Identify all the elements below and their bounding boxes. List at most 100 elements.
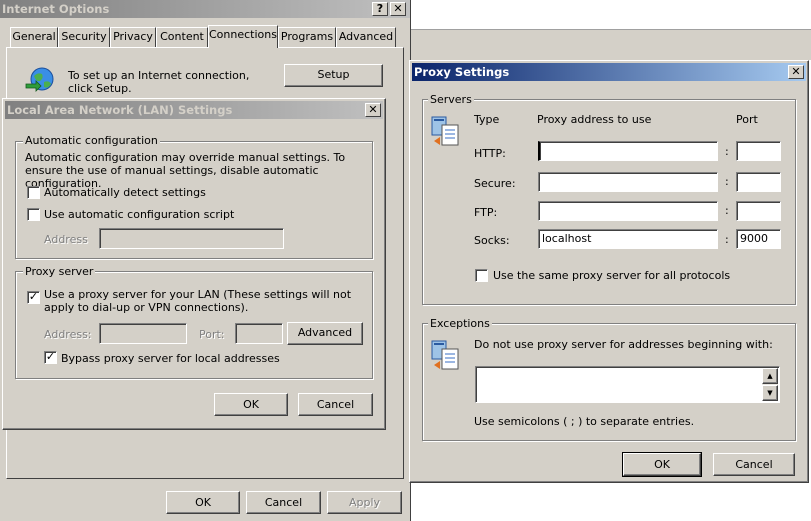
socks-port-input[interactable]: 9000	[736, 229, 781, 249]
apply-label: Apply	[348, 496, 381, 509]
ftp-port-input[interactable]	[736, 201, 781, 221]
proxy-settings-window: Proxy Settings ✕ Servers Type Proxy addr…	[409, 60, 809, 483]
proxy-address-label: Address:	[44, 328, 92, 341]
tab-programs[interactable]: Programs	[278, 27, 336, 47]
secure-port-input[interactable]	[736, 172, 781, 192]
proxy-cancel-button[interactable]: Cancel	[713, 453, 795, 476]
tab-privacy[interactable]: Privacy	[110, 27, 156, 47]
auto-script-label[interactable]: Use automatic configuration script	[44, 208, 234, 221]
auto-detect-checkbox[interactable]	[27, 186, 40, 199]
ok-label: OK	[243, 398, 259, 411]
address-label: Address	[44, 233, 88, 246]
proxy-settings-close-button[interactable]: ✕	[788, 65, 804, 79]
auto-script-address-input[interactable]	[99, 228, 284, 249]
column-port-header: Port	[736, 113, 758, 126]
lan-ok-button[interactable]: OK	[214, 393, 288, 416]
lan-settings-title: Local Area Network (LAN) Settings	[7, 103, 233, 117]
auto-script-checkbox[interactable]	[27, 208, 40, 221]
lan-settings-close-button[interactable]: ✕	[365, 103, 381, 117]
scroll-up-button[interactable]: ▲	[762, 368, 778, 384]
secure-colon: :	[725, 175, 729, 188]
socks-colon: :	[725, 233, 729, 246]
tab-label: Security	[61, 30, 107, 43]
column-type-header: Type	[474, 113, 500, 126]
bypass-local-checkbox[interactable]: ✓	[44, 351, 57, 364]
tab-content[interactable]: Content	[156, 27, 208, 47]
exceptions-scrollbar[interactable]: ▲ ▼	[762, 368, 778, 401]
http-type-label: HTTP:	[474, 147, 506, 160]
proxy-port-input[interactable]	[235, 323, 283, 344]
lan-settings-window: Local Area Network (LAN) Settings ✕ Auto…	[2, 98, 386, 430]
secure-address-input[interactable]	[538, 172, 718, 192]
close-icon: ✕	[393, 2, 403, 15]
setup-button[interactable]: Setup	[284, 64, 383, 87]
http-colon: :	[725, 145, 729, 158]
tab-label: Programs	[280, 30, 334, 43]
tab-label: General	[12, 30, 56, 43]
internet-options-ok-button[interactable]: OK	[166, 491, 240, 514]
close-icon: ✕	[791, 65, 801, 78]
proxy-server-label: Proxy server	[23, 265, 96, 278]
proxy-settings-title: Proxy Settings	[414, 65, 510, 79]
tab-label: Privacy	[113, 30, 153, 43]
tab-advanced[interactable]: Advanced	[336, 27, 396, 47]
tab-connections[interactable]: Connections	[208, 25, 278, 48]
internet-connection-icon	[24, 64, 58, 94]
http-address-input[interactable]	[538, 141, 718, 161]
exceptions-hint: Use semicolons ( ; ) to separate entries…	[474, 415, 695, 428]
exceptions-label: Exceptions	[428, 317, 492, 330]
exceptions-textarea[interactable]	[475, 366, 780, 403]
secure-type-label: Secure:	[474, 177, 516, 190]
help-button[interactable]: ?	[372, 2, 388, 16]
proxy-ok-button[interactable]: OK	[622, 452, 702, 477]
cancel-label: Cancel	[735, 458, 773, 471]
socks-address-input[interactable]: localhost	[538, 229, 718, 249]
lan-settings-titlebar: Local Area Network (LAN) Settings ✕	[5, 101, 383, 119]
help-icon: ?	[376, 2, 384, 15]
ftp-colon: :	[725, 204, 729, 217]
advanced-label: Advanced	[297, 326, 353, 339]
scroll-down-button[interactable]: ▼	[762, 385, 778, 401]
port-label: Port:	[199, 328, 225, 341]
ok-label: OK	[654, 458, 670, 471]
internet-options-close-button[interactable]: ✕	[390, 2, 406, 16]
tab-label: Content	[160, 30, 204, 43]
ok-label: OK	[195, 496, 211, 509]
background-field	[411, 8, 811, 30]
background-panel	[411, 30, 811, 60]
exceptions-icon	[430, 337, 464, 371]
tab-label: Connections	[209, 28, 277, 41]
lan-cancel-button[interactable]: Cancel	[298, 393, 373, 416]
setup-text: To set up an Internet connection, click …	[68, 69, 250, 95]
http-port-input[interactable]	[736, 141, 781, 161]
cancel-label: Cancel	[316, 398, 355, 411]
use-proxy-label[interactable]: Use a proxy server for your LAN (These s…	[44, 288, 364, 314]
tab-security[interactable]: Security	[58, 27, 110, 47]
tab-label: Advanced	[338, 30, 394, 43]
setup-button-label: Setup	[317, 68, 350, 81]
ftp-type-label: FTP:	[474, 206, 498, 219]
exceptions-description: Do not use proxy server for addresses be…	[474, 338, 773, 351]
tab-general[interactable]: General	[10, 27, 58, 47]
bypass-local-label[interactable]: Bypass proxy server for local addresses	[61, 352, 280, 365]
same-proxy-label[interactable]: Use the same proxy server for all protoc…	[493, 269, 730, 282]
same-proxy-checkbox[interactable]	[475, 269, 488, 282]
column-address-header: Proxy address to use	[537, 113, 652, 126]
cancel-label: Cancel	[264, 496, 303, 509]
advanced-button[interactable]: Advanced	[287, 322, 363, 345]
use-proxy-checkbox[interactable]: ✓	[27, 291, 40, 304]
internet-options-apply-button[interactable]: Apply	[327, 491, 402, 514]
automatic-configuration-description: Automatic configuration may override man…	[25, 151, 346, 190]
proxy-address-input[interactable]	[99, 323, 187, 344]
internet-options-titlebar: Internet Options ? ✕	[0, 0, 410, 18]
ftp-address-input[interactable]	[538, 201, 718, 221]
internet-options-title: Internet Options	[2, 2, 110, 16]
socks-type-label: Socks:	[474, 234, 510, 247]
up-arrow-icon: ▲	[767, 372, 773, 380]
automatic-configuration-label: Automatic configuration	[23, 134, 160, 147]
down-arrow-icon: ▼	[767, 389, 773, 397]
auto-detect-label[interactable]: Automatically detect settings	[44, 186, 206, 199]
internet-options-cancel-button[interactable]: Cancel	[246, 491, 321, 514]
servers-icon	[430, 113, 464, 147]
close-icon: ✕	[368, 103, 378, 116]
